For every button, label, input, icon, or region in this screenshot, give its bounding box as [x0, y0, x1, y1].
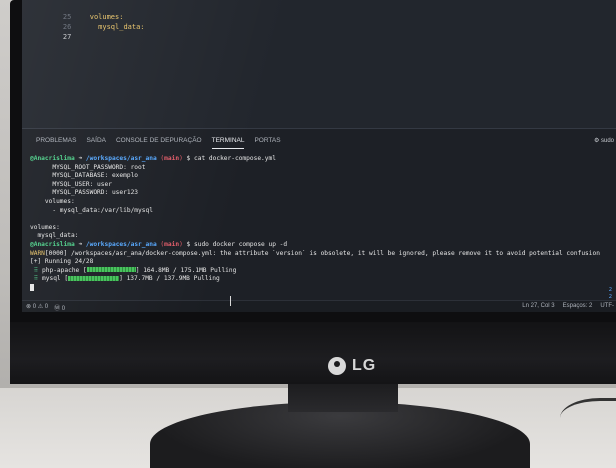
status-bar: ⊗ 0 ⚠ 0 Ⓦ 0 Ln 27, Col 3 Espaços: 2 UTF-	[22, 300, 616, 312]
indentation[interactable]: Espaços: 2	[563, 303, 593, 309]
tab-terminal[interactable]: TERMINAL	[211, 135, 245, 149]
terminal-line: MYSQL_PASSWORD: user123	[30, 189, 139, 197]
terminal-prompt-line: @Anacrislima ➜ /workspaces/asr_ana (main…	[30, 240, 288, 248]
code-text: mysql_data:	[98, 23, 145, 31]
editor-line: 25 volumes:	[22, 2, 124, 21]
ports-indicator[interactable]: Ⓦ 0	[54, 303, 65, 312]
terminal-line: mysql_data:	[30, 232, 79, 240]
pull-progress-row: ⠿ php-apache [] 164.8MB / 175.1MB Pullin…	[33, 266, 237, 274]
tab-debug-console[interactable]: CONSOLE DE DEPURAÇÃO	[116, 135, 202, 149]
terminal-prompt-line: @Anacrislima ➜ /workspaces/asr_ana (main…	[30, 155, 276, 162]
pull-progress-row: ⠿ mysql [] 137.7MB / 137.9MB Pulling	[33, 275, 220, 283]
terminal-line: MYSQL_USER: user	[30, 180, 112, 188]
terminal-line: - mysql_data:/var/lib/mysql	[30, 206, 153, 214]
screen: 25 volumes: 26 mysql_data: 27 PROBLEMAS …	[22, 0, 616, 312]
tab-problems[interactable]: PROBLEMAS	[36, 135, 76, 149]
progress-bar	[68, 275, 120, 281]
panel-tabs: PROBLEMAS SAÍDA CONSOLE DE DEPURAÇÃO TER…	[22, 135, 281, 149]
line-number: 27	[62, 33, 72, 41]
terminal-line: volumes:	[30, 223, 60, 231]
monitor-brand: LG	[328, 356, 376, 376]
terminal-line: MYSQL_DATABASE: exemplo	[30, 172, 139, 180]
terminal-name[interactable]: ⚙ sudo	[594, 137, 614, 144]
editor-line: 26 mysql_data:	[22, 12, 145, 31]
monitor-chin	[10, 322, 616, 384]
brand-text: LG	[352, 357, 377, 374]
tab-output[interactable]: SAÍDA	[86, 135, 106, 149]
progress-bar	[86, 267, 136, 273]
terminal-line: MYSQL_ROOT_PASSWORD: root	[30, 163, 146, 171]
code-editor[interactable]: 25 volumes: 26 mysql_data: 27	[22, 0, 616, 128]
right-progress-values: 2 2	[608, 287, 612, 300]
terminal-input-line[interactable]	[30, 283, 616, 293]
warn-tag: WARN	[30, 249, 45, 257]
terminal-output[interactable]: @Anacrislima ➜ /workspaces/asr_ana (main…	[30, 155, 616, 295]
editor-line: 27	[22, 22, 81, 41]
tab-ports[interactable]: PORTAS	[254, 135, 280, 149]
encoding[interactable]: UTF-	[600, 303, 614, 309]
terminal-line: volumes:	[30, 197, 75, 205]
bottom-panel: PROBLEMAS SAÍDA CONSOLE DE DEPURAÇÃO TER…	[22, 128, 616, 300]
problems-indicator[interactable]: ⊗ 0 ⚠ 0	[26, 303, 48, 312]
terminal-cursor	[30, 283, 34, 291]
terminal-running-line: [+] Running 24/28	[30, 258, 94, 266]
lg-logo-icon	[328, 357, 346, 375]
cursor-position[interactable]: Ln 27, Col 3	[522, 303, 554, 309]
mouse-ibeam-cursor-icon	[230, 296, 231, 306]
terminal-warning-line: WARN[0000] /workspaces/asr_ana/docker-co…	[30, 249, 600, 257]
